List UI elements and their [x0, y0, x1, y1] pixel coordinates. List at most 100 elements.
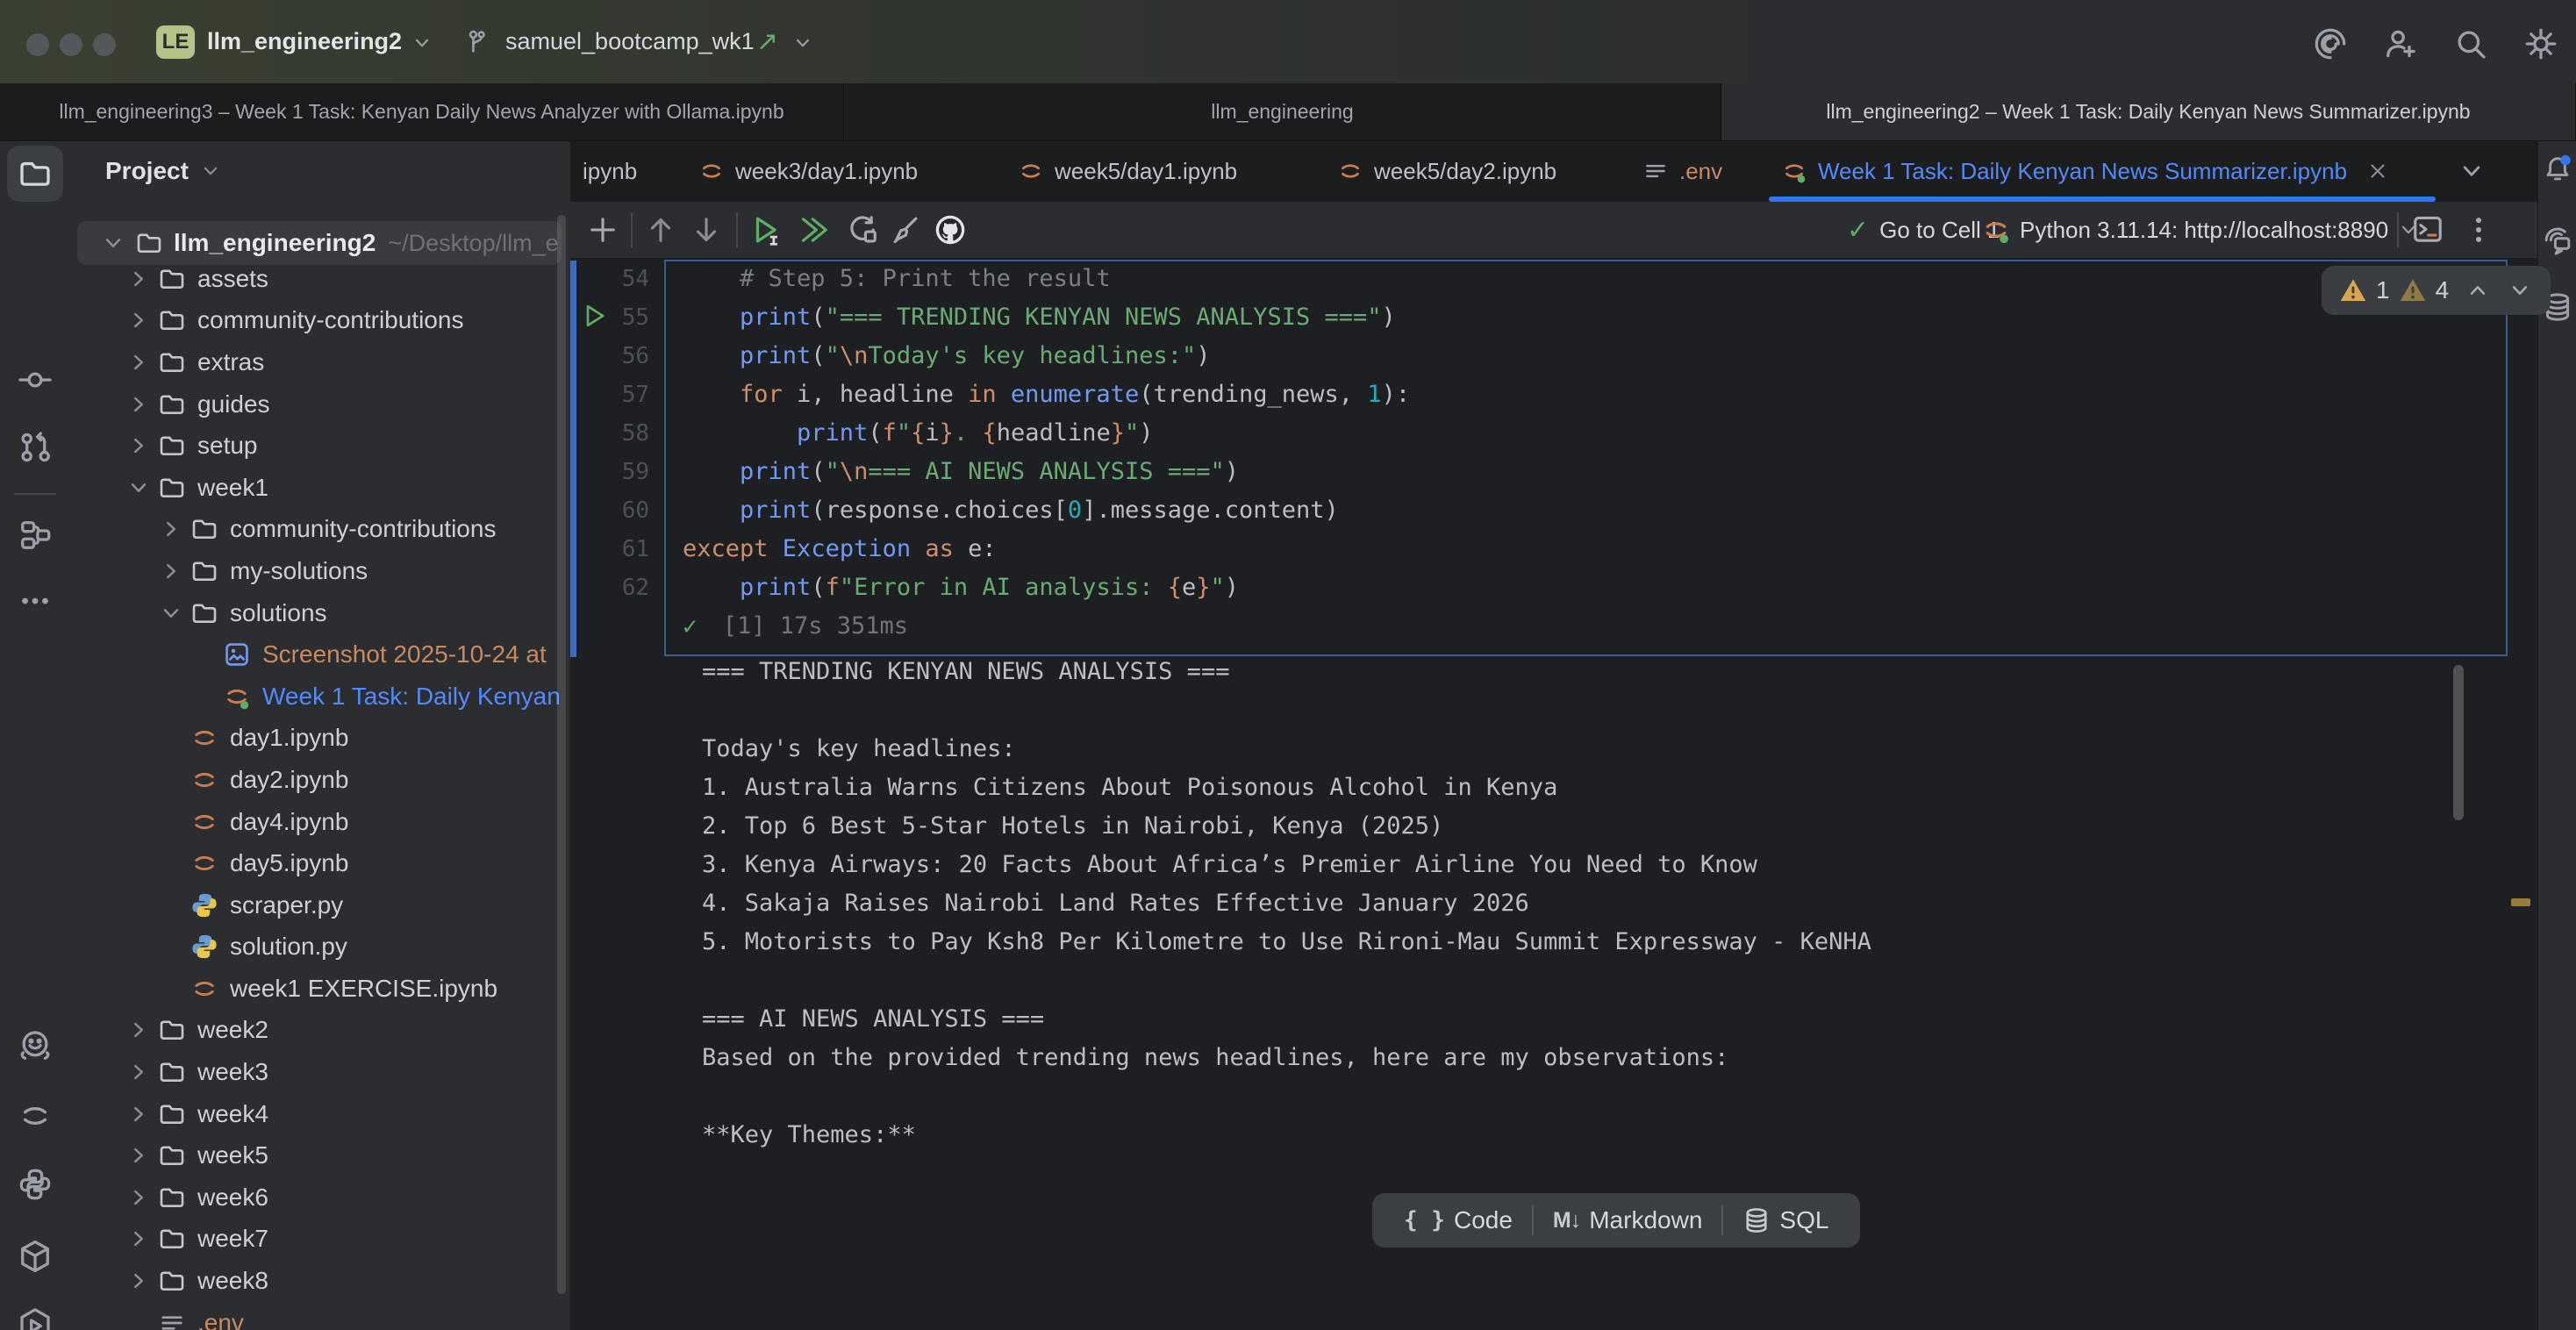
branch-menu[interactable]: samuel_bootcamp_wk1: [505, 0, 755, 83]
add-code-cell-button[interactable]: { } Code: [1385, 1193, 1532, 1248]
chevron-right-icon[interactable]: [119, 1184, 158, 1211]
tree-item-day1-ipynb[interactable]: day1.ipynb: [70, 718, 570, 760]
window-tab[interactable]: llm_engineering: [844, 83, 1721, 140]
chevron-right-icon[interactable]: [119, 433, 158, 459]
window-tab[interactable]: llm_engineering3 – Week 1 Task: Kenyan D…: [0, 83, 844, 140]
panel-scrollbar[interactable]: [557, 215, 566, 1294]
tree-item-community-contributions[interactable]: community-contributions: [70, 300, 570, 342]
chevron-right-icon[interactable]: [119, 391, 158, 418]
tree-item-week7[interactable]: week7: [70, 1219, 570, 1261]
clear-outputs-button[interactable]: [888, 213, 921, 247]
tree-item-week6[interactable]: week6: [70, 1176, 570, 1219]
jupyter-console-button[interactable]: [2411, 213, 2444, 247]
more-options-kebab-icon[interactable]: [2462, 213, 2495, 247]
ai-assistant-icon[interactable]: [2313, 26, 2348, 61]
tree-item-env[interactable]: .env: [70, 1302, 570, 1330]
warning-stripe-mark[interactable]: [2511, 898, 2530, 906]
tree-item-week8[interactable]: week8: [70, 1260, 570, 1302]
structure-tool-icon[interactable]: [18, 518, 53, 553]
tree-item-week5[interactable]: week5: [70, 1134, 570, 1176]
commit-tool-icon[interactable]: [18, 362, 53, 397]
chevron-right-icon[interactable]: [119, 1142, 158, 1169]
tree-item-week1[interactable]: week1: [70, 467, 570, 509]
run-line-marker-icon[interactable]: [581, 302, 609, 330]
chevron-down-icon[interactable]: [791, 32, 814, 54]
settings-gear-icon[interactable]: [2523, 26, 2558, 61]
add-markdown-cell-button[interactable]: M↓ Markdown: [1534, 1193, 1722, 1248]
huggingface-tool-icon[interactable]: [18, 1028, 53, 1063]
chevron-right-icon[interactable]: [152, 558, 190, 584]
tree-item-day4-ipynb[interactable]: day4.ipynb: [70, 801, 570, 843]
previous-problem-chevron-icon[interactable]: [2465, 277, 2491, 304]
code-with-me-icon[interactable]: [2383, 26, 2418, 61]
tree-item-week2[interactable]: week2: [70, 1010, 570, 1052]
jupyter-tool-icon[interactable]: [18, 1098, 53, 1133]
window-tab[interactable]: llm_engineering2 – Week 1 Task: Daily Ke…: [1721, 83, 2576, 140]
chevron-right-icon[interactable]: [119, 1226, 158, 1252]
editor-tab[interactable]: ipynb: [570, 140, 669, 202]
kernel-selector[interactable]: Python 3.11.14: http://localhost:8890: [1981, 202, 2420, 258]
notifications-bell-icon[interactable]: [2542, 154, 2573, 185]
add-sql-cell-button[interactable]: SQL: [1723, 1193, 1848, 1248]
tree-item-guides[interactable]: guides: [70, 383, 570, 425]
move-cell-down-button[interactable]: [690, 213, 723, 247]
restart-kernel-button[interactable]: [846, 213, 879, 247]
project-panel-header[interactable]: Project: [105, 140, 222, 202]
editor-tab[interactable]: Week 1 Task: Daily Kenyan News Summarize…: [1769, 140, 2436, 202]
python-console-tool-icon[interactable]: [18, 1167, 53, 1202]
chevron-right-icon[interactable]: [119, 1059, 158, 1085]
next-problem-chevron-icon[interactable]: [2507, 277, 2533, 304]
tree-item-assets[interactable]: assets: [70, 258, 570, 300]
project-tool-icon[interactable]: [18, 156, 53, 191]
tree-item-day2-ipynb[interactable]: day2.ipynb: [70, 759, 570, 801]
tree-item-week-1-task-daily-kenyan[interactable]: Week 1 Task: Daily Kenyan: [70, 676, 570, 718]
window-minimize-button[interactable]: [60, 33, 82, 56]
go-to-cell-button[interactable]: ✓ Go to Cell 1: [1847, 202, 2000, 258]
tree-item-setup[interactable]: setup: [70, 425, 570, 467]
tree-item-solution-py[interactable]: solution.py: [70, 926, 570, 969]
tree-item-community-contributions[interactable]: community-contributions: [70, 509, 570, 551]
output-scrollbar[interactable]: [2453, 665, 2464, 820]
chevron-right-icon[interactable]: [119, 1268, 158, 1294]
editor-tab[interactable]: .env: [1630, 140, 1762, 202]
tree-item-week1-exercise-ipynb[interactable]: week1 EXERCISE.ipynb: [70, 968, 570, 1010]
problems-widget[interactable]: 1 4: [2322, 266, 2551, 315]
hidden-tabs-chevron-icon[interactable]: [2457, 156, 2487, 186]
project-menu[interactable]: llm_engineering2: [207, 0, 402, 83]
tree-item-week3[interactable]: week3: [70, 1051, 570, 1093]
github-button[interactable]: [934, 213, 967, 247]
services-tool-icon[interactable]: [18, 1307, 53, 1330]
chevron-right-icon[interactable]: [119, 349, 158, 375]
window-close-button[interactable]: [26, 33, 49, 56]
window-zoom-button[interactable]: [93, 33, 116, 56]
search-icon[interactable]: [2453, 26, 2488, 61]
add-cell-button[interactable]: [586, 213, 619, 247]
chevron-right-icon[interactable]: [119, 307, 158, 333]
chevron-right-icon[interactable]: [119, 1017, 158, 1043]
editor-tab[interactable]: week5/day1.ipynb: [1005, 140, 1307, 202]
notebook-canvas[interactable]: 545556575859606162 # Step 5: Print the r…: [570, 259, 2537, 1330]
move-cell-up-button[interactable]: [644, 213, 677, 247]
chevron-down-icon[interactable]: [100, 230, 126, 256]
pull-requests-tool-icon[interactable]: [18, 430, 53, 465]
tree-item-extras[interactable]: extras: [70, 341, 570, 383]
close-tab-icon[interactable]: [2366, 160, 2389, 182]
editor-tab[interactable]: week3/day1.ipynb: [686, 140, 988, 202]
tree-item-solutions[interactable]: solutions: [70, 592, 570, 634]
run-cell-button[interactable]: [749, 213, 783, 247]
tree-item-week4[interactable]: week4: [70, 1093, 570, 1135]
tree-item-my-solutions[interactable]: my-solutions: [70, 550, 570, 592]
tree-item-day5-ipynb[interactable]: day5.ipynb: [70, 842, 570, 884]
chevron-right-icon[interactable]: [119, 1101, 158, 1127]
tree-item-scraper-py[interactable]: scraper.py: [70, 884, 570, 926]
run-all-cells-button[interactable]: [797, 213, 830, 247]
chevron-down-icon[interactable]: [119, 475, 158, 501]
chevron-down-icon[interactable]: [152, 600, 190, 626]
tree-item-screenshot-2025-10-24-at[interactable]: Screenshot 2025-10-24 at: [70, 633, 570, 676]
chevron-right-icon[interactable]: [152, 516, 190, 542]
more-tools-icon[interactable]: [18, 583, 53, 619]
chevron-right-icon[interactable]: [119, 266, 158, 292]
editor-tab[interactable]: week5/day2.ipynb: [1325, 140, 1620, 202]
python-packages-tool-icon[interactable]: [18, 1239, 53, 1274]
chevron-down-icon[interactable]: [411, 32, 433, 54]
